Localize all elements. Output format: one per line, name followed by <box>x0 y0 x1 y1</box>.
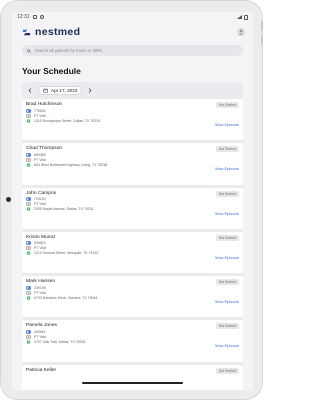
view-episode-link[interactable]: View Episode <box>215 255 239 260</box>
id-card-icon <box>26 330 31 334</box>
date-picker[interactable]: Apr 17, 2023 <box>38 86 83 95</box>
user-icon <box>238 30 244 35</box>
power-button <box>261 35 263 45</box>
visit-type: PT Visit <box>34 334 46 339</box>
visit-type: PT Visit <box>34 246 46 251</box>
status-bar: 12:31 <box>12 12 253 22</box>
nestmed-logo-icon <box>22 29 31 35</box>
patient-mrn: 776632 <box>34 108 46 113</box>
id-card-icon <box>26 197 31 201</box>
visit-card[interactable]: Mark Hansen 239195 PT Visit 6703 Eastvie… <box>22 276 243 318</box>
visit-card[interactable]: Pamela Jones 449661 PT Visit 4707 Oak Tr… <box>22 320 243 362</box>
view-episode-link[interactable]: View Episode <box>215 343 239 348</box>
clipboard-icon <box>26 202 31 207</box>
chevron-left-icon <box>28 88 32 93</box>
user-avatar[interactable] <box>237 28 245 36</box>
visit-card[interactable]: Kristin Munoz 339824 PT Visit 1212 Ventu… <box>22 231 243 274</box>
clipboard-icon <box>26 334 31 339</box>
next-day-button[interactable] <box>86 87 94 95</box>
search-input[interactable] <box>34 48 238 53</box>
app-name: nestmed <box>35 26 81 38</box>
patient-address: 6703 Eastview Drive, Garland, TX 75044 <box>34 295 98 300</box>
id-card-icon <box>26 153 31 157</box>
id-card-icon <box>26 285 31 290</box>
front-camera <box>6 197 11 202</box>
view-episode-link[interactable]: View Episode <box>215 211 239 216</box>
patient-address: 4707 Oak Trail, Dallas, TX 75252 <box>34 339 86 344</box>
visit-card[interactable]: John Campos 729154 PT Visit 2005 Maple A… <box>22 187 243 229</box>
location-icon <box>26 163 31 167</box>
visit-card[interactable]: Brad Hutchinson 776632 PT Visit 1310 Sun… <box>22 99 243 141</box>
patient-mrn: 729154 <box>34 197 46 202</box>
search-icon <box>27 48 31 53</box>
patient-address: 2005 Maple Avenue, Dallas, TX 75201 <box>34 207 94 212</box>
status-badge: Not Started <box>215 234 239 241</box>
id-card-icon <box>26 108 31 113</box>
notification-icon <box>32 15 37 19</box>
location-icon <box>26 295 31 300</box>
battery-icon <box>244 14 248 20</box>
schedule-panel: Apr 17, 2023 Brad Hutchinson 776632 PT V… <box>22 82 243 390</box>
status-badge: Not Started <box>215 190 239 197</box>
clipboard-icon <box>26 246 31 251</box>
visit-card[interactable]: Patricia Keller Not Started <box>22 364 243 390</box>
status-badge: Not Started <box>215 102 239 108</box>
patient-address: 1212 Ventura Street, Mesquite, TX 75149 <box>34 251 99 256</box>
logo[interactable]: nestmed <box>22 26 80 38</box>
status-time: 12:31 <box>17 14 30 20</box>
address-row: 4707 Oak Trail, Dallas, TX 75252 <box>26 339 239 344</box>
patient-mrn: 339824 <box>34 241 46 246</box>
clipboard-icon <box>26 290 31 295</box>
patient-mrn: 889483 <box>34 152 46 157</box>
date-navigator: Apr 17, 2023 <box>22 86 243 99</box>
clipboard-icon <box>26 113 31 118</box>
previous-day-button[interactable] <box>26 87 34 95</box>
patient-name: Patricia Keller <box>26 367 57 373</box>
status-badge: Not Started <box>215 367 239 374</box>
patient-address: 1310 Sunnyslope Street, Dallas, TX 75224 <box>34 118 101 123</box>
visit-type: PT Visit <box>34 113 46 118</box>
clipboard-icon <box>26 157 31 162</box>
status-badge: Not Started <box>215 323 239 330</box>
view-episode-link[interactable]: View Episode <box>215 122 239 127</box>
status-badge: Not Started <box>215 279 239 286</box>
address-row: 6703 Eastview Drive, Garland, TX 75044 <box>26 295 239 300</box>
volume-button <box>261 21 263 31</box>
signal-icon <box>237 15 242 19</box>
location-icon <box>26 118 31 123</box>
location-icon <box>26 251 31 256</box>
address-row: 2005 Maple Avenue, Dallas, TX 75201 <box>26 207 239 212</box>
address-row: 1310 Sunnyslope Street, Dallas, TX 75224 <box>26 118 239 123</box>
app-screen: 12:31 nestmed Search all patients by nam… <box>12 12 253 390</box>
view-episode-link[interactable]: View Episode <box>215 299 239 304</box>
visit-type: PT Visit <box>34 290 46 295</box>
calendar-icon <box>43 88 48 93</box>
address-row: 803 West Northwest Highway, Irving, TX 7… <box>26 162 239 167</box>
visit-card[interactable]: Chad Thompson 889483 PT Visit 803 West N… <box>22 143 243 185</box>
id-card-icon <box>26 241 31 246</box>
location-icon <box>26 340 31 344</box>
app-header: nestmed <box>12 22 253 42</box>
status-badge: Not Started <box>215 146 239 153</box>
address-row: 1212 Ventura Street, Mesquite, TX 75149 <box>26 251 239 256</box>
selected-date: Apr 17, 2023 <box>51 88 78 93</box>
home-indicator[interactable] <box>82 382 183 384</box>
visit-type: PT Visit <box>34 202 46 207</box>
patient-address: 803 West Northwest Highway, Irving, TX 7… <box>34 162 108 167</box>
page-title: Your Schedule <box>22 66 81 76</box>
settings-status-icon <box>39 15 44 19</box>
visit-type: PT Visit <box>34 157 46 162</box>
patient-mrn: 449661 <box>34 329 46 334</box>
tablet-frame: 12:31 nestmed Search all patients by nam… <box>0 0 263 400</box>
location-icon <box>26 207 31 211</box>
patient-search[interactable] <box>22 45 243 56</box>
patient-mrn: 239195 <box>34 285 46 290</box>
visit-list: Brad Hutchinson 776632 PT Visit 1310 Sun… <box>22 99 243 390</box>
chevron-right-icon <box>89 88 92 93</box>
view-episode-link[interactable]: View Episode <box>215 166 239 171</box>
